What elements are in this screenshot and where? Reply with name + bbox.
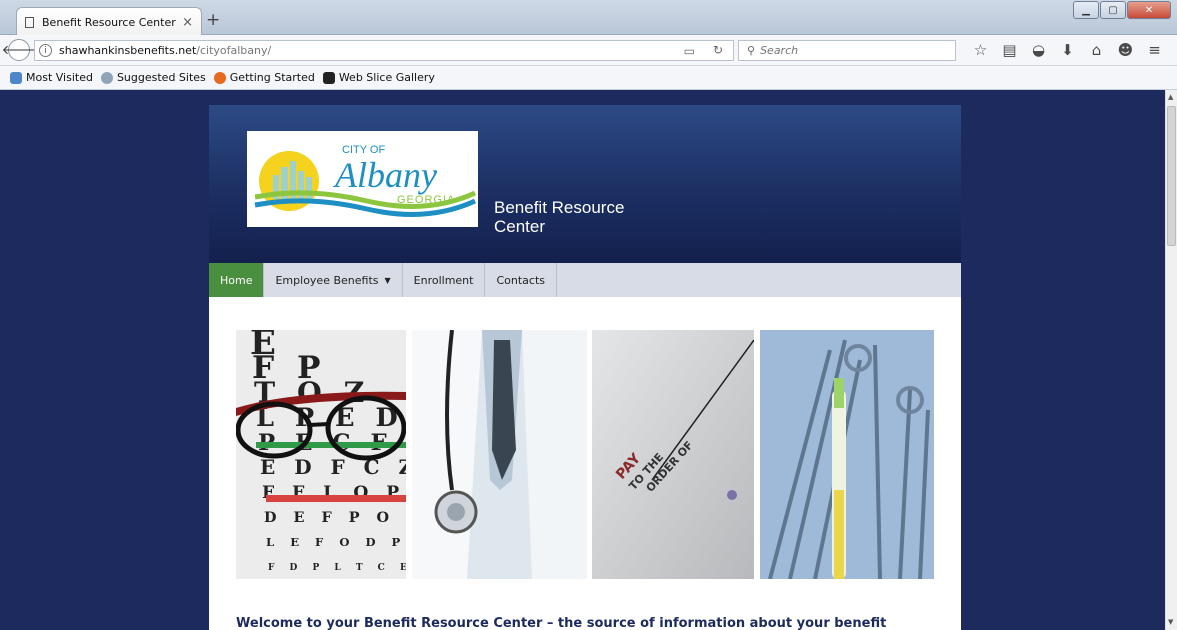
scroll-up-icon[interactable]: ▲: [1168, 93, 1173, 101]
search-box[interactable]: ⚲: [738, 40, 956, 61]
menu-employee-benefits[interactable]: Employee Benefits ▼: [264, 263, 403, 297]
home-icon[interactable]: ⌂: [1082, 41, 1111, 59]
bookmarks-library-icon[interactable]: ▤: [995, 41, 1024, 59]
bookmark-star-icon[interactable]: ☆: [966, 41, 995, 59]
back-button[interactable]: 🡐: [2, 39, 36, 61]
bookmarks-bar: Most Visited Suggested Sites Getting Sta…: [0, 66, 1177, 90]
menu-home[interactable]: Home: [209, 263, 265, 297]
new-tab-button[interactable]: +: [206, 10, 220, 30]
pocket-icon[interactable]: ◒: [1024, 41, 1053, 59]
main-menu: Home Employee Benefits ▼ Enrollment Cont…: [209, 263, 961, 297]
menu-contacts[interactable]: Contacts: [485, 263, 557, 297]
bookmark-most-visited[interactable]: Most Visited: [10, 71, 93, 84]
eye-chart-row: L E F O D P C T: [266, 535, 406, 549]
reload-icon[interactable]: ↻: [713, 43, 723, 57]
search-input[interactable]: [760, 44, 941, 57]
browser-navbar: 🡐 i shawhankinsbenefits.net /cityofalban…: [0, 35, 1177, 66]
hello-chat-icon[interactable]: ☻: [1111, 41, 1140, 59]
close-window-button[interactable]: ✕: [1127, 1, 1171, 19]
bookmark-suggested-sites[interactable]: Suggested Sites: [100, 71, 206, 84]
menu-icon[interactable]: ≡: [1140, 41, 1169, 59]
menu-label: Employee Benefits: [275, 273, 379, 287]
logo-line3: GEORGIA: [397, 194, 455, 206]
url-host: shawhankinsbenefits.net: [59, 44, 197, 57]
minimize-button[interactable]: ▁: [1073, 1, 1099, 19]
tab-title: Benefit Resource Center: [42, 15, 176, 29]
scroll-thumb[interactable]: [1167, 106, 1176, 246]
vision-photo: EF PT O ZL P E DP E C F DE D F C Z PF E …: [236, 330, 406, 579]
most-visited-icon: [10, 71, 22, 84]
address-bar[interactable]: i shawhankinsbenefits.net /cityofalbany/…: [34, 40, 734, 61]
eye-chart-row: D E F P O T E C: [264, 509, 406, 526]
browser-tab[interactable]: Benefit Resource Center ×: [16, 7, 202, 36]
maximize-button[interactable]: ▢: [1100, 1, 1126, 19]
page-viewport: CITY OF Albany GEORGIA Benefit Resource …: [0, 90, 1165, 630]
url-path: /cityofalbany/: [196, 44, 272, 57]
logo-line2: Albany: [333, 155, 437, 195]
bookmark-label: Most Visited: [26, 71, 93, 84]
eye-chart-row: F D P L T C E O: [268, 563, 406, 573]
menu-enrollment[interactable]: Enrollment: [403, 263, 486, 297]
page-container: CITY OF Albany GEORGIA Benefit Resource …: [209, 105, 961, 630]
welcome-heading: Welcome to your Benefit Resource Center …: [236, 616, 887, 630]
scroll-down-icon[interactable]: ▼: [1168, 618, 1173, 626]
page-icon: [25, 16, 34, 28]
toolbar-icons: ☆ ▤ ◒ ⬇ ⌂ ☻ ≡: [966, 41, 1169, 59]
browser-titlebar: Benefit Resource Center × + ▁ ▢ ✕: [0, 0, 1177, 36]
city-logo[interactable]: CITY OF Albany GEORGIA: [247, 131, 478, 227]
finance-photo: PAY TO THE ORDER OF: [592, 330, 754, 579]
site-title: Benefit Resource Center: [494, 198, 625, 236]
web-slice-icon: [322, 71, 335, 84]
firefox-icon: [213, 71, 226, 84]
eye-chart-row: E D F C Z P: [260, 455, 406, 479]
site-header: CITY OF Albany GEORGIA Benefit Resource …: [209, 105, 961, 263]
bookmark-label: Web Slice Gallery: [338, 71, 435, 84]
info-icon[interactable]: i: [39, 44, 52, 57]
download-icon[interactable]: ⬇: [1053, 41, 1082, 59]
tab-close-icon[interactable]: ×: [182, 15, 193, 30]
globe-icon: [100, 71, 113, 84]
bookmark-label: Suggested Sites: [116, 71, 206, 84]
window-controls: ▁ ▢ ✕: [1072, 1, 1171, 19]
bookmark-label: Getting Started: [229, 71, 315, 84]
bookmark-web-slice-gallery[interactable]: Web Slice Gallery: [322, 71, 435, 84]
benefit-photo-strip: EF PT O ZL P E DP E C F DE D F C Z PF E …: [236, 330, 934, 579]
search-icon: ⚲: [747, 44, 756, 57]
page-scrollbar[interactable]: ▲ ▼: [1165, 90, 1177, 630]
dental-photo: [760, 330, 934, 579]
medical-photo: [412, 330, 587, 579]
reader-view-icon[interactable]: ▭: [684, 44, 695, 58]
caret-down-icon: ▼: [384, 275, 391, 285]
bookmark-getting-started[interactable]: Getting Started: [213, 71, 315, 84]
